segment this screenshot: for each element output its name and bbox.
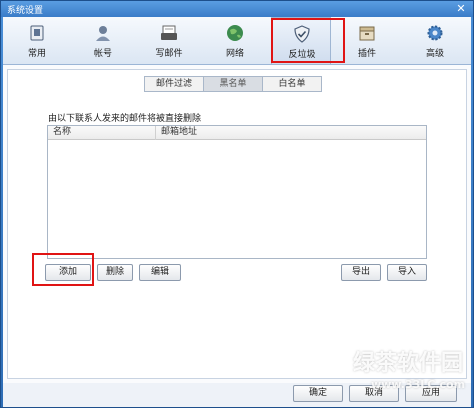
import-button[interactable]: 导入 xyxy=(387,264,427,281)
tab-blacklist[interactable]: 黑名单 xyxy=(203,76,263,92)
toolbar-item-plugin[interactable]: 插件 xyxy=(337,17,397,65)
export-button[interactable]: 导出 xyxy=(341,264,381,281)
column-header-email[interactable]: 邮箱地址 xyxy=(156,126,426,140)
edit-button[interactable]: 编辑 xyxy=(139,264,181,281)
toolbar-item-compose[interactable]: 写邮件 xyxy=(139,17,199,65)
delete-button[interactable]: 删除 xyxy=(97,264,133,281)
antispam-highlight xyxy=(271,18,345,63)
common-icon xyxy=(30,25,44,41)
blacklist-description: 由以下联系人发来的邮件将被直接删除 xyxy=(48,114,202,124)
settings-window: 系统设置 ✕ 常用 帐号 写邮件 网络 反垃圾 插件 高级 邮件过滤 黑名单 白… xyxy=(0,0,474,408)
toolbar-label: 插件 xyxy=(357,49,376,59)
column-header-name[interactable]: 名称 xyxy=(48,126,156,140)
site-watermark: 绿茶软件园 www.33LC.com xyxy=(331,345,473,407)
settings-toolbar: 常用 帐号 写邮件 网络 反垃圾 插件 高级 xyxy=(3,17,471,65)
tab-whitelist[interactable]: 白名单 xyxy=(262,76,322,92)
account-icon xyxy=(96,26,110,41)
table-header: 名称 邮箱地址 xyxy=(48,126,426,140)
tab-mail-filter[interactable]: 邮件过滤 xyxy=(144,76,204,92)
add-highlight xyxy=(32,253,94,286)
toolbar-item-advanced[interactable]: 高级 xyxy=(405,17,465,65)
toolbar-item-common[interactable]: 常用 xyxy=(7,17,67,65)
toolbar-item-account[interactable]: 帐号 xyxy=(73,17,133,65)
toolbar-label: 网络 xyxy=(225,49,244,59)
plugin-icon xyxy=(359,26,375,41)
watermark-logo-text: 绿茶软件园 xyxy=(353,351,464,376)
window-title: 系统设置 xyxy=(7,6,44,16)
gear-icon xyxy=(427,25,443,41)
title-bar[interactable]: 系统设置 ✕ xyxy=(1,1,473,17)
toolbar-item-network[interactable]: 网络 xyxy=(205,17,265,65)
toolbar-label: 高级 xyxy=(425,49,444,59)
toolbar-label: 常用 xyxy=(27,49,46,59)
globe-icon xyxy=(227,25,243,41)
watermark-url: www.33LC.com xyxy=(371,378,466,391)
close-button[interactable]: ✕ xyxy=(453,2,469,15)
blacklist-table[interactable]: 名称 邮箱地址 xyxy=(47,125,427,259)
compose-icon xyxy=(161,25,177,40)
toolbar-label: 写邮件 xyxy=(155,49,183,59)
toolbar-label: 帐号 xyxy=(93,49,112,59)
